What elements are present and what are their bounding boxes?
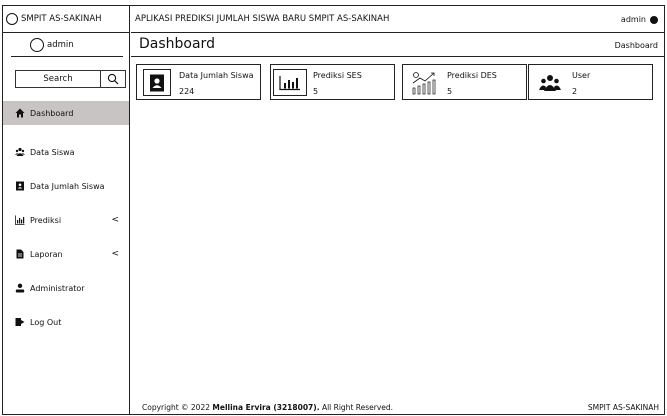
sidebar-menu: Dashboard Data Siswa Data Jumlah Siswa P… [3, 101, 129, 339]
contact-book-icon [15, 181, 25, 191]
search-input[interactable]: Search [15, 70, 101, 88]
sidebar-item-label: Log Out [30, 317, 62, 327]
footer: Copyright © 2022 Mellina Ervira (3218007… [130, 403, 663, 415]
logout-icon [15, 317, 25, 327]
topbar: APLIKASI PREDIKSI JUMLAH SISWA BARU SMPI… [131, 6, 664, 33]
search-button[interactable] [101, 70, 126, 88]
sidebar-item-data-jumlah-siswa[interactable]: Data Jumlah Siswa [3, 169, 129, 203]
divider [11, 56, 123, 57]
search-box: Search [15, 70, 126, 88]
sidebar-username: admin [47, 40, 74, 50]
app-title: APLIKASI PREDIKSI JUMLAH SISWA BARU SMPI… [135, 14, 390, 24]
sidebar-item-label: Data Jumlah Siswa [30, 181, 105, 191]
document-icon [15, 249, 25, 259]
card-value: 224 [179, 87, 195, 96]
breadcrumb[interactable]: Dashboard [615, 41, 658, 50]
card-value: 2 [572, 87, 578, 96]
card-value: 5 [313, 87, 319, 96]
sidebar-item-data-siswa[interactable]: Data Siswa [3, 135, 129, 169]
chevron-left-icon: < [111, 249, 119, 259]
search-icon [107, 73, 119, 85]
page-title: Dashboard [139, 36, 215, 52]
copyright: Copyright © 2022 Mellina Ervira (3218007… [142, 403, 393, 412]
bar-chart-icon [15, 215, 25, 225]
sidebar-item-prediksi[interactable]: Prediksi < [3, 203, 129, 237]
bar-chart-icon [273, 69, 307, 96]
avatar [30, 38, 44, 52]
card-prediksi-ses[interactable]: Prediksi SES 5 [270, 64, 395, 100]
card-user[interactable]: User 2 [528, 64, 653, 100]
contact-book-icon [143, 69, 171, 96]
card-data-jumlah-siswa[interactable]: Data Jumlah Siswa 224 [136, 64, 261, 100]
user-status-icon [650, 15, 658, 24]
card-prediksi-des[interactable]: Prediksi DES 5 [402, 64, 527, 100]
card-value: 5 [447, 87, 453, 96]
user-menu[interactable]: admin [621, 15, 658, 24]
sidebar-item-label: Administrator [30, 283, 85, 293]
sidebar-item-log-out[interactable]: Log Out [3, 305, 129, 339]
brand-logo-icon [6, 13, 18, 25]
footer-school-name: SMPIT AS-SAKINAH [587, 403, 659, 412]
home-icon [15, 108, 25, 118]
sidebar-item-label: Data Siswa [30, 147, 75, 157]
copyright-prefix: Copyright © 2022 [142, 403, 213, 412]
brand[interactable]: SMPIT AS-SAKINAH [3, 6, 129, 33]
chevron-left-icon: < [111, 215, 119, 225]
sidebar-user[interactable]: admin [3, 33, 129, 57]
divider [131, 56, 664, 57]
sidebar-item-label: Dashboard [30, 108, 74, 118]
card-label: User [572, 71, 591, 80]
card-label: Prediksi SES [313, 71, 362, 80]
copyright-suffix: All Right Reserved. [319, 403, 394, 412]
sidebar-item-administrator[interactable]: Administrator [3, 271, 129, 305]
sidebar-item-laporan[interactable]: Laporan < [3, 237, 129, 271]
card-label: Prediksi DES [447, 71, 497, 80]
users-icon [533, 69, 567, 96]
topbar-username: admin [620, 15, 646, 24]
users-icon [15, 147, 25, 157]
content-header: Dashboard Dashboard [131, 34, 664, 56]
sidebar-item-label: Laporan [30, 249, 63, 259]
growth-chart-icon [407, 69, 441, 96]
sidebar-item-dashboard[interactable]: Dashboard [3, 101, 129, 125]
card-label: Data Jumlah Siswa [179, 71, 254, 80]
brand-name: SMPIT AS-SAKINAH [21, 14, 102, 24]
user-icon [15, 283, 25, 293]
copyright-author: Mellina Ervira (3218007). [212, 403, 320, 412]
sidebar: SMPIT AS-SAKINAH admin Search Dashboard [3, 6, 130, 414]
sidebar-item-label: Prediksi [30, 215, 62, 225]
